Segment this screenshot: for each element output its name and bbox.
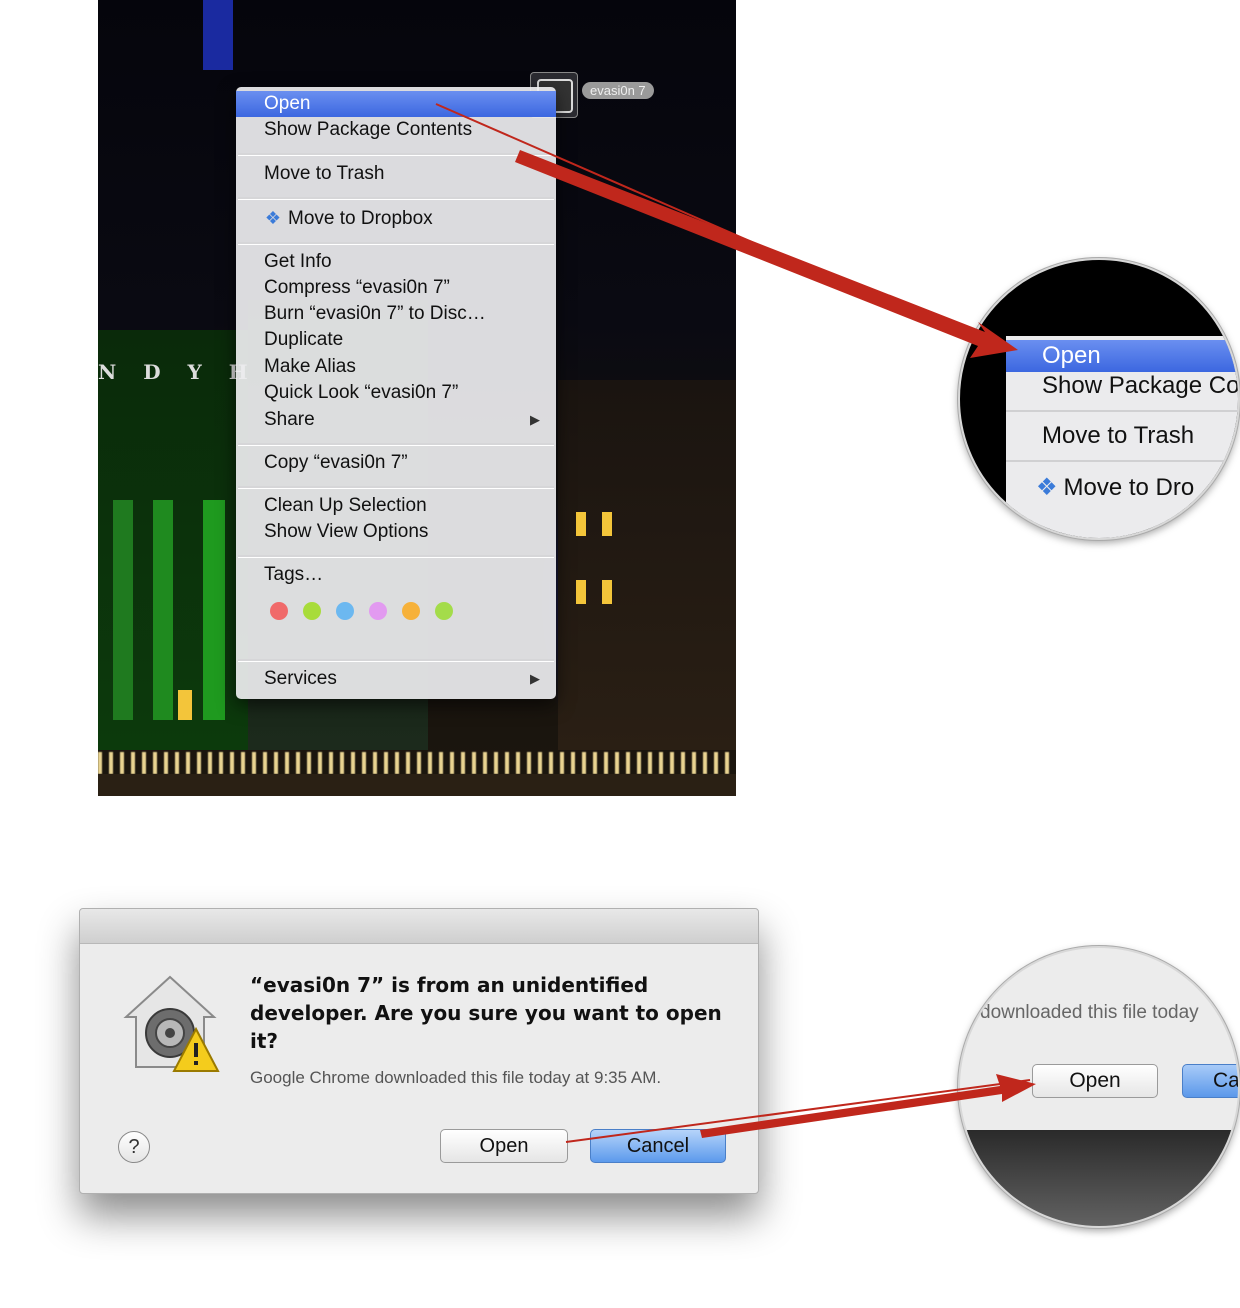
menu-item-make-alias[interactable]: Make Alias — [236, 354, 556, 380]
dropbox-icon: ❖ — [1036, 474, 1058, 501]
menu-separator — [238, 443, 554, 446]
tag-color-dot[interactable] — [303, 602, 321, 620]
zoomed-cancel-button: Ca — [1182, 1064, 1238, 1098]
window-light — [178, 690, 192, 720]
dialog-info-text: Google Chrome downloaded this file today… — [250, 1068, 662, 1087]
zoom-magnifier-dialog: downloaded this file today Open Ca — [958, 946, 1240, 1228]
zoomed-menu-item-open: Open — [1006, 340, 1238, 372]
window-light — [602, 580, 612, 604]
open-button[interactable]: Open — [440, 1129, 568, 1163]
context-menu: Open Show Package Contents Move to Trash… — [236, 87, 556, 699]
menu-item-show-package-contents[interactable]: Show Package Contents — [236, 117, 556, 143]
menu-item-share[interactable]: Share ▶ — [236, 407, 556, 433]
menu-item-get-info[interactable]: Get Info — [236, 249, 556, 275]
tag-color-dot[interactable] — [369, 602, 387, 620]
menu-item-open[interactable]: Open — [236, 91, 556, 117]
column — [203, 500, 225, 720]
menu-item-show-view-options[interactable]: Show View Options — [236, 519, 556, 545]
dialog-titlebar — [80, 909, 758, 944]
menu-item-move-to-trash[interactable]: Move to Trash — [236, 161, 556, 187]
menu-item-copy[interactable]: Copy “evasi0n 7” — [236, 450, 556, 476]
window-light — [576, 512, 586, 536]
menu-item-services[interactable]: Services ▶ — [236, 666, 556, 692]
dropbox-icon: ❖ — [264, 208, 282, 228]
submenu-arrow-icon: ▶ — [530, 671, 540, 686]
menu-separator — [238, 659, 554, 662]
menu-separator — [238, 153, 554, 156]
menu-separator — [238, 555, 554, 558]
dialog-message: “evasi0n 7” is from an unidentified deve… — [250, 973, 722, 1053]
gatekeeper-dialog: “evasi0n 7” is from an unidentified deve… — [79, 908, 759, 1194]
zoomed-background — [960, 1130, 1238, 1226]
security-lock-icon — [123, 975, 220, 1072]
zoomed-menu-item-dropbox: ❖ Move to Dro — [1006, 472, 1238, 504]
menu-separator — [1006, 410, 1238, 412]
zoomed-menu-item-show-package: Show Package Co — [1042, 372, 1240, 399]
window-light — [576, 580, 586, 604]
zoomed-context-menu: Open Show Package Co Move to Trash ❖ Move… — [1006, 336, 1240, 538]
file-name-label[interactable]: evasi0n 7 — [582, 82, 654, 99]
menu-item-label: Share — [264, 409, 315, 430]
help-button[interactable]: ? — [118, 1131, 150, 1163]
building-sign: N D Y H — [98, 360, 258, 384]
cancel-button[interactable]: Cancel — [590, 1129, 726, 1163]
column — [153, 500, 173, 720]
zoom-magnifier-menu: Open Show Package Co Move to Trash ❖ Move… — [958, 258, 1240, 540]
submenu-arrow-icon: ▶ — [530, 412, 540, 427]
tag-color-dot[interactable] — [336, 602, 354, 620]
menu-item-label: Move to Dropbox — [288, 208, 433, 229]
tag-color-dot[interactable] — [270, 602, 288, 620]
tag-color-dot[interactable] — [435, 602, 453, 620]
menu-item-clean-up-selection[interactable]: Clean Up Selection — [236, 493, 556, 519]
building-silhouette — [558, 380, 736, 750]
menu-separator — [238, 242, 554, 245]
menu-item-label: Move to Dro — [1063, 474, 1195, 501]
menu-item-compress[interactable]: Compress “evasi0n 7” — [236, 275, 556, 301]
zoomed-info-text: downloaded this file today — [980, 1002, 1199, 1023]
desktop-screenshot: N D Y H evasi0n 7 Open Show Package Cont… — [98, 0, 736, 796]
blue-tower — [203, 0, 233, 70]
menu-item-duplicate[interactable]: Duplicate — [236, 327, 556, 353]
menu-item-quick-look[interactable]: Quick Look “evasi0n 7” — [236, 380, 556, 406]
column — [113, 500, 133, 720]
tag-color-dot[interactable] — [402, 602, 420, 620]
menu-separator — [238, 197, 554, 200]
zoomed-open-button: Open — [1032, 1064, 1158, 1098]
menu-item-tags[interactable]: Tags… — [236, 562, 556, 588]
menu-separator — [238, 486, 554, 489]
zoomed-menu-item-trash: Move to Trash — [1042, 422, 1195, 449]
window-light — [602, 512, 612, 536]
string-lights — [98, 752, 736, 774]
menu-item-burn[interactable]: Burn “evasi0n 7” to Disc… — [236, 301, 556, 327]
street — [98, 774, 736, 796]
menu-item-move-to-dropbox[interactable]: ❖ Move to Dropbox — [236, 205, 556, 231]
menu-item-label: Services — [264, 668, 337, 689]
menu-separator — [1006, 460, 1238, 462]
